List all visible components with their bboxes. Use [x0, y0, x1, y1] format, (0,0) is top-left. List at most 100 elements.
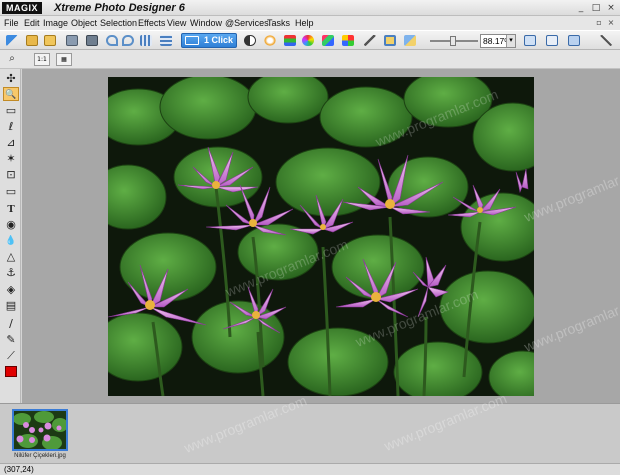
- fit-icon: [524, 35, 536, 46]
- red-eye-tool-icon[interactable]: ◉: [3, 218, 19, 232]
- arrow-icon: [6, 35, 18, 46]
- chevron-down-icon[interactable]: ▾: [506, 35, 515, 47]
- undo-button[interactable]: [104, 33, 120, 48]
- thumbnail-image: [14, 411, 66, 449]
- pointer-button[interactable]: [4, 33, 20, 48]
- pin-icon: [600, 35, 612, 46]
- rect-select-tool-icon[interactable]: ▭: [3, 104, 19, 118]
- retouch-button[interactable]: [362, 33, 378, 48]
- sharpen-button[interactable]: [262, 33, 278, 48]
- grid-view-button[interactable]: [138, 33, 154, 48]
- one-click-label: 1 Click: [204, 35, 234, 45]
- fit-window-button[interactable]: [522, 33, 538, 48]
- app-title: Xtreme Photo Designer 6: [54, 2, 185, 14]
- magic-wand-tool-icon[interactable]: ✶: [3, 152, 19, 166]
- zoom-tool-icon[interactable]: 🔍: [3, 87, 19, 101]
- brightness-button[interactable]: [242, 33, 258, 48]
- transform-tool-icon[interactable]: ⊿: [3, 136, 19, 150]
- menu-image[interactable]: Image: [43, 16, 68, 30]
- actual-size-button[interactable]: [544, 33, 560, 48]
- menu-effects[interactable]: Effects: [138, 16, 165, 30]
- filter-button[interactable]: [320, 33, 336, 48]
- document-close-button[interactable]: ×: [606, 17, 616, 29]
- pencil-tool-icon[interactable]: ✎: [3, 333, 19, 347]
- redo-button[interactable]: [120, 33, 136, 48]
- photo-icon: [185, 36, 199, 45]
- rotate-button[interactable]: [402, 33, 418, 48]
- thumbnail-caption: Nilüfer Çiçekleri.jpg: [14, 453, 66, 459]
- water-lily-photo[interactable]: www.programlar.com www.programlar.com ww…: [108, 77, 534, 396]
- printer-icon: [86, 35, 98, 46]
- fullscreen-button[interactable]: [566, 33, 582, 48]
- scan-button[interactable]: [64, 33, 80, 48]
- fullscreen-icon: [568, 35, 580, 46]
- zoom-one-to-one-button[interactable]: 1:1: [34, 53, 50, 66]
- effects-icon: [342, 35, 354, 46]
- open-button[interactable]: [24, 33, 40, 48]
- wand-icon: [364, 35, 376, 46]
- gradient-tool-icon[interactable]: ▤: [3, 299, 19, 313]
- status-bar: (307,24): [0, 463, 620, 475]
- menu-view[interactable]: View: [167, 16, 186, 30]
- minimize-button[interactable]: _: [575, 2, 587, 14]
- hue-button[interactable]: [300, 33, 316, 48]
- photo-thumbnail[interactable]: [12, 409, 68, 451]
- foreground-color-swatch[interactable]: [5, 366, 17, 377]
- open-recent-button[interactable]: [42, 33, 58, 48]
- document-restore-button[interactable]: ▫: [594, 17, 604, 29]
- zoom-fit-button[interactable]: ▦: [56, 53, 72, 66]
- resize-button[interactable]: [382, 33, 398, 48]
- clone-stamp-tool-icon[interactable]: ⚓: [3, 266, 19, 280]
- one-click-button[interactable]: 1 Click: [181, 33, 237, 48]
- maximize-button[interactable]: □: [590, 2, 602, 14]
- sparkle-icon: [264, 35, 276, 46]
- eyedropper-tool-icon[interactable]: ⟋: [3, 349, 19, 363]
- title-bar: MAGIX Xtreme Photo Designer 6 _ □ ×: [0, 0, 620, 16]
- grid-icon: [140, 35, 152, 46]
- brush-tool-icon[interactable]: ∕: [3, 317, 19, 331]
- menu-tasks[interactable]: Tasks: [267, 16, 290, 30]
- menu-selection[interactable]: Selection: [100, 16, 137, 30]
- eraser-tool-icon[interactable]: ▭: [3, 185, 19, 199]
- undo-icon: [106, 35, 118, 46]
- filter-icon: [322, 35, 334, 46]
- blur-tool-icon[interactable]: 💧: [3, 234, 19, 248]
- redo-icon: [122, 35, 134, 46]
- actual-size-icon: [546, 35, 558, 46]
- menu-object[interactable]: Object: [71, 16, 97, 30]
- color-balance-button[interactable]: [282, 33, 298, 48]
- rgb-icon: [284, 35, 296, 46]
- folder-icon: [26, 35, 38, 46]
- sharpen-tool-icon[interactable]: △: [3, 250, 19, 264]
- tool-palette: ✣ 🔍 ▭ ℓ ⊿ ✶ ⊡ ▭ T ◉ 💧 △ ⚓ ◈ ▤ ∕ ✎ ⟋: [0, 69, 21, 403]
- rotate-icon: [404, 35, 416, 46]
- menu-file[interactable]: File: [4, 16, 19, 30]
- print-button[interactable]: [84, 33, 100, 48]
- cursor-coordinates: (307,24): [4, 465, 34, 474]
- magnifier-icon: ⌕: [9, 53, 15, 64]
- text-tool-icon[interactable]: T: [3, 202, 19, 216]
- menu-help[interactable]: Help: [295, 16, 314, 30]
- photo-image: www.programlar.com www.programlar.com ww…: [108, 77, 534, 396]
- close-button[interactable]: ×: [605, 2, 617, 14]
- filmstrip-panel: Nilüfer Çiçekleri.jpg www.programlar.com…: [0, 390, 620, 463]
- palette-icon: [302, 35, 314, 46]
- contrast-icon: [244, 35, 256, 46]
- layout-icon: [160, 35, 172, 46]
- options-toolbar: ⌕ 1:1 ▦: [0, 50, 620, 69]
- zoom-combobox[interactable]: 88.17% ▾: [480, 34, 516, 48]
- main-toolbar: 1 Click 88.17% ▾: [0, 30, 620, 50]
- move-tool-icon[interactable]: ✣: [3, 72, 19, 86]
- magix-logo: MAGIX: [2, 2, 43, 14]
- menu-window[interactable]: Window: [190, 16, 222, 30]
- crop-tool-icon[interactable]: ⊡: [3, 168, 19, 182]
- effects-button[interactable]: [340, 33, 356, 48]
- zoom-slider-handle[interactable]: [450, 36, 456, 46]
- menu-services[interactable]: @Services: [225, 16, 269, 30]
- menu-edit[interactable]: Edit: [24, 16, 40, 30]
- resize-icon: [384, 35, 396, 46]
- layout-button[interactable]: [158, 33, 174, 48]
- fill-tool-icon[interactable]: ◈: [3, 283, 19, 297]
- pin-button[interactable]: [598, 33, 614, 48]
- lasso-tool-icon[interactable]: ℓ: [3, 120, 19, 134]
